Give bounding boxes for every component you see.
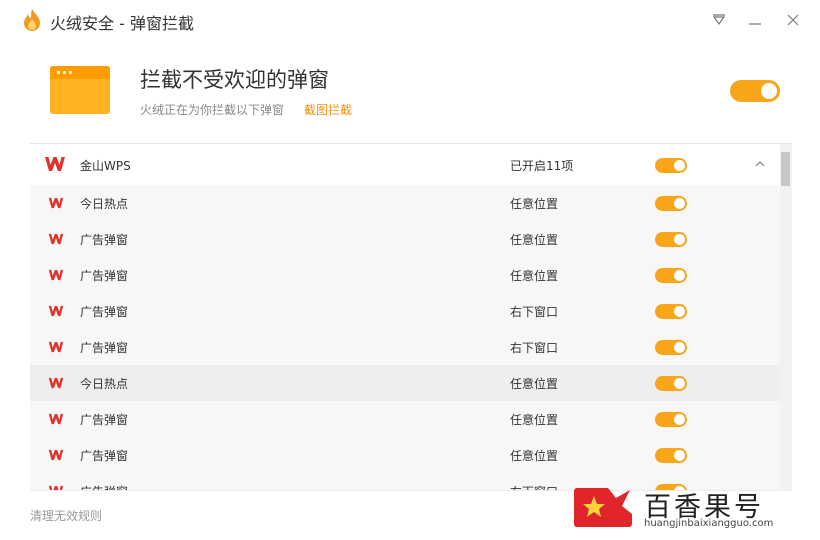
- close-button[interactable]: [781, 8, 805, 32]
- minimize-button[interactable]: [743, 8, 767, 32]
- toggle-knob: [674, 270, 685, 281]
- master-toggle[interactable]: [730, 80, 780, 102]
- hero-subtitle: 火绒正在为你拦截以下弹窗: [140, 103, 285, 117]
- item-position: 任意位置: [510, 269, 559, 283]
- scrollbar-track[interactable]: [780, 144, 792, 490]
- toggle-knob: [674, 378, 685, 389]
- group-row-wps[interactable]: 金山WPS 已开启11项: [30, 144, 780, 184]
- item-toggle[interactable]: [655, 340, 687, 355]
- list-item[interactable]: 广告弹窗 右下窗口: [30, 329, 780, 365]
- list-item[interactable]: 今日热点 任意位置: [30, 185, 780, 221]
- hero-title: 拦截不受欢迎的弹窗: [140, 68, 329, 92]
- title-bar: 火绒安全 - 弹窗拦截: [0, 0, 820, 40]
- item-toggle[interactable]: [655, 232, 687, 247]
- wps-icon: [48, 269, 64, 281]
- wps-icon: [48, 377, 64, 389]
- item-name: 广告弹窗: [80, 341, 129, 355]
- toggle-knob: [674, 414, 685, 425]
- watermark: 百香果号 huangjinbaixiangguo.com: [568, 482, 800, 532]
- item-position: 任意位置: [510, 197, 559, 211]
- wps-icon: [48, 197, 64, 209]
- list-item[interactable]: 广告弹窗 任意位置: [30, 401, 780, 437]
- toggle-knob: [674, 198, 685, 209]
- item-position: 右下窗口: [510, 483, 558, 490]
- huorong-logo-icon: [24, 9, 40, 31]
- item-toggle[interactable]: [655, 268, 687, 283]
- item-position: 任意位置: [510, 377, 559, 391]
- window-title: 火绒安全 - 弹窗拦截: [50, 14, 194, 33]
- group-status: 已开启11项: [510, 159, 574, 173]
- list-item[interactable]: 广告弹窗 任意位置: [30, 437, 780, 473]
- toggle-knob: [674, 342, 685, 353]
- hero-section: 拦截不受欢迎的弹窗 火绒正在为你拦截以下弹窗 截图拦截: [0, 40, 820, 140]
- toggle-knob: [674, 234, 685, 245]
- wps-icon: [48, 413, 64, 425]
- screenshot-block-link[interactable]: 截图拦截: [304, 101, 352, 118]
- item-toggle[interactable]: [655, 304, 687, 319]
- list-item[interactable]: 广告弹窗 任意位置: [30, 257, 780, 293]
- item-name: 今日热点: [80, 377, 129, 391]
- item-name: 广告弹窗: [80, 305, 129, 319]
- item-name: 广告弹窗: [80, 449, 129, 463]
- item-toggle[interactable]: [655, 448, 687, 463]
- list-item[interactable]: 今日热点 任意位置: [30, 365, 780, 401]
- wps-icon: [45, 157, 65, 171]
- group-toggle[interactable]: [655, 158, 687, 173]
- popup-rule-list[interactable]: 金山WPS 已开启11项 今日热点 任意位置 广告弹窗 任意位置 广告弹窗 任意位置 广告弹…: [30, 143, 792, 490]
- item-name: 广告弹窗: [80, 233, 129, 247]
- watermark-logo-icon: [574, 488, 632, 527]
- toggle-knob: [674, 306, 685, 317]
- item-name: 今日热点: [80, 197, 129, 211]
- list-item[interactable]: 广告弹窗 右下窗口: [30, 293, 780, 329]
- clean-invalid-rules-link[interactable]: 清理无效规则: [30, 507, 102, 524]
- item-position: 任意位置: [510, 449, 559, 463]
- group-name: 金山WPS: [80, 159, 131, 173]
- watermark-url: huangjinbaixiangguo.com: [644, 518, 774, 529]
- item-name: 广告弹窗: [80, 483, 128, 490]
- wps-icon: [48, 449, 64, 461]
- item-name: 广告弹窗: [80, 413, 129, 427]
- wps-icon: [48, 305, 64, 317]
- list-item[interactable]: 广告弹窗 任意位置: [30, 221, 780, 257]
- item-position: 任意位置: [510, 233, 559, 247]
- menu-dropdown-icon[interactable]: [707, 8, 731, 32]
- toggle-knob: [674, 450, 685, 461]
- item-name: 广告弹窗: [80, 269, 129, 283]
- item-toggle[interactable]: [655, 376, 687, 391]
- chevron-up-icon[interactable]: [752, 156, 768, 172]
- popup-window-icon: [50, 66, 110, 114]
- wps-icon: [48, 233, 64, 245]
- item-toggle[interactable]: [655, 196, 687, 211]
- toggle-knob: [761, 83, 777, 99]
- item-position: 右下窗口: [510, 305, 559, 319]
- item-toggle[interactable]: [655, 412, 687, 427]
- item-position: 任意位置: [510, 413, 559, 427]
- wps-icon: [48, 341, 64, 353]
- scrollbar-thumb[interactable]: [781, 152, 790, 186]
- item-position: 右下窗口: [510, 341, 559, 355]
